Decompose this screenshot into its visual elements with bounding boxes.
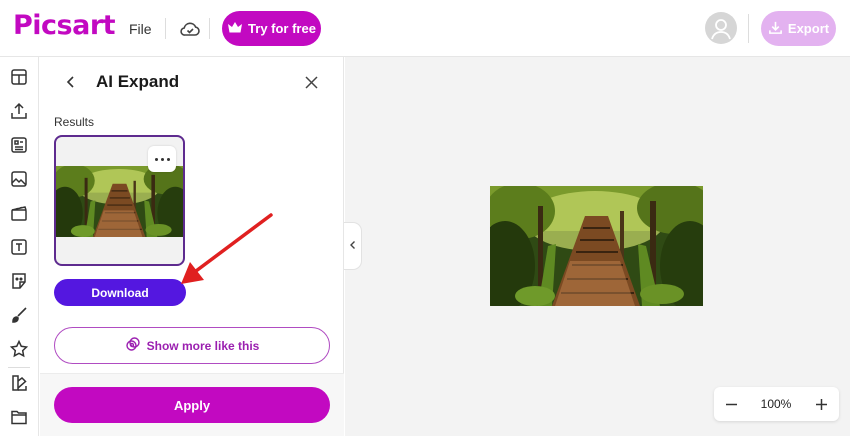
tool-rail <box>0 57 39 436</box>
show-more-label: Show more like this <box>146 338 260 353</box>
try-for-free-label: Try for free <box>248 21 316 36</box>
close-icon[interactable] <box>304 75 319 90</box>
collapse-panel-handle[interactable] <box>344 222 362 270</box>
show-more-like-this-button[interactable]: Show more like this <box>54 327 330 364</box>
upload-icon[interactable] <box>9 101 29 121</box>
zoom-in-icon[interactable] <box>814 397 829 412</box>
panel-footer: Apply <box>40 373 344 436</box>
zoom-out-icon[interactable] <box>724 397 739 412</box>
stickers-icon[interactable] <box>9 271 29 291</box>
result-thumbnail[interactable] <box>54 135 185 266</box>
top-bar: Picsart File Try for free Export <box>0 0 850 57</box>
templates-icon[interactable] <box>9 135 29 155</box>
result-image <box>56 166 183 237</box>
download-button[interactable]: Download <box>54 279 186 306</box>
more-options-icon[interactable] <box>148 146 176 172</box>
divider <box>748 14 749 43</box>
zoom-control: 100% <box>714 387 839 421</box>
canvas-image[interactable] <box>490 186 703 306</box>
file-menu[interactable]: File <box>129 21 152 37</box>
photos-icon[interactable] <box>9 169 29 189</box>
panel-title: AI Expand <box>96 72 180 91</box>
crown-icon <box>227 21 243 37</box>
zoom-level[interactable]: 100% <box>752 397 800 411</box>
canvas-area[interactable] <box>345 57 850 436</box>
picsart-logo[interactable]: Picsart <box>13 10 116 41</box>
video-icon[interactable] <box>9 203 29 223</box>
results-label: Results <box>54 115 95 129</box>
divider <box>8 367 30 368</box>
brush-icon[interactable] <box>9 305 29 325</box>
star-icon[interactable] <box>9 339 29 359</box>
download-icon <box>768 20 783 38</box>
avatar[interactable] <box>705 12 737 44</box>
chevron-left-icon[interactable] <box>64 74 78 90</box>
layout-icon[interactable] <box>9 67 29 87</box>
text-icon[interactable] <box>9 237 29 257</box>
divider <box>209 18 210 39</box>
apply-button[interactable]: Apply <box>54 387 330 423</box>
export-button[interactable]: Export <box>761 11 836 46</box>
variations-icon <box>125 336 141 355</box>
export-label: Export <box>787 21 830 36</box>
ai-expand-panel: AI Expand Results Download Show more lik… <box>40 57 344 436</box>
shapes-icon[interactable] <box>9 373 29 393</box>
folder-icon[interactable] <box>9 407 29 427</box>
cloud-save-icon[interactable] <box>178 17 202 41</box>
try-for-free-button[interactable]: Try for free <box>222 11 321 46</box>
chevron-left-icon <box>349 237 357 255</box>
divider <box>165 18 166 39</box>
